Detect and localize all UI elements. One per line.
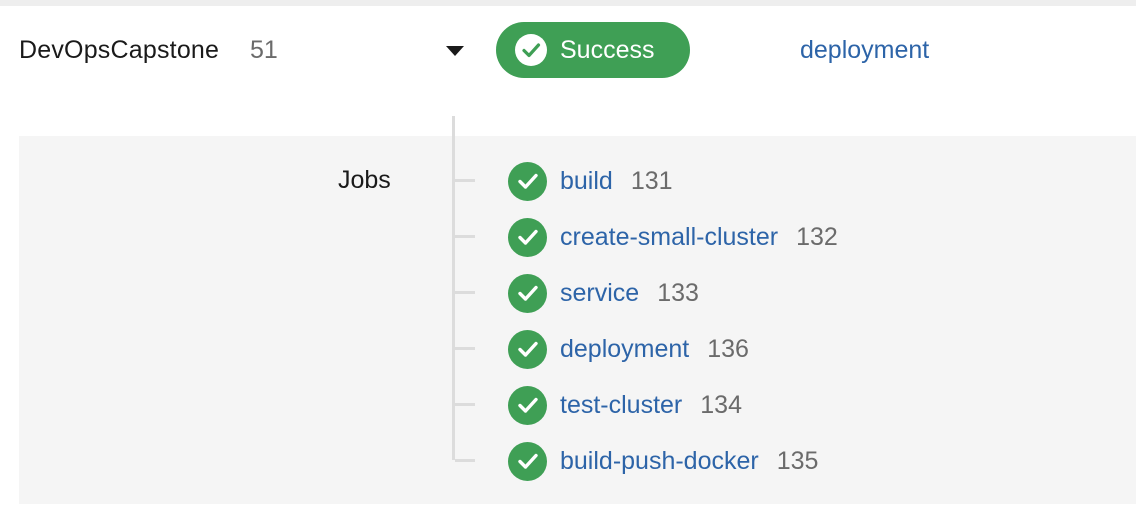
- job-number: 134: [700, 390, 742, 419]
- job-row-deployment[interactable]: deployment 136: [508, 329, 749, 369]
- connector-tick: [455, 403, 475, 406]
- pipeline-header: DevOpsCapstone 51 Success deployment: [0, 6, 1136, 96]
- connector-tick: [455, 459, 475, 462]
- pipeline-connector-line: [452, 116, 455, 460]
- job-name-link[interactable]: build-push-docker: [560, 447, 759, 476]
- job-success-check-icon: [508, 329, 547, 369]
- check-circle-icon: [515, 34, 547, 66]
- job-number: 135: [776, 446, 819, 475]
- jobs-section-label: Jobs: [338, 166, 391, 194]
- job-name-link[interactable]: build: [560, 167, 613, 196]
- job-name-link[interactable]: test-cluster: [560, 391, 682, 420]
- job-number: 131: [630, 166, 673, 195]
- job-number: 132: [796, 222, 838, 251]
- connector-tick: [455, 347, 475, 350]
- job-row-test-cluster[interactable]: test-cluster 134: [508, 385, 742, 425]
- job-success-check-icon: [508, 385, 547, 425]
- job-row-build[interactable]: build 131: [508, 161, 673, 201]
- expand-caret-icon[interactable]: [446, 46, 464, 56]
- build-number: 51: [250, 36, 278, 64]
- job-success-check-icon: [508, 161, 547, 201]
- status-label: Success: [560, 35, 655, 64]
- job-row-service[interactable]: service 133: [508, 273, 699, 313]
- job-number: 136: [707, 334, 749, 363]
- connector-tick: [455, 291, 475, 294]
- connector-tick: [455, 235, 475, 238]
- job-number: 133: [657, 278, 699, 307]
- project-name: DevOpsCapstone: [19, 36, 220, 64]
- job-success-check-icon: [508, 217, 547, 257]
- job-success-check-icon: [508, 273, 547, 313]
- job-row-create-small-cluster[interactable]: create-small-cluster 132: [508, 217, 838, 257]
- job-name-link[interactable]: deployment: [560, 335, 689, 364]
- job-success-check-icon: [508, 441, 547, 481]
- job-name-link[interactable]: service: [560, 279, 639, 308]
- branch-link[interactable]: deployment: [800, 36, 929, 65]
- job-name-link[interactable]: create-small-cluster: [560, 223, 778, 252]
- connector-tick: [455, 179, 475, 182]
- status-badge[interactable]: Success: [496, 22, 690, 78]
- job-row-build-push-docker[interactable]: build-push-docker 135: [508, 441, 818, 481]
